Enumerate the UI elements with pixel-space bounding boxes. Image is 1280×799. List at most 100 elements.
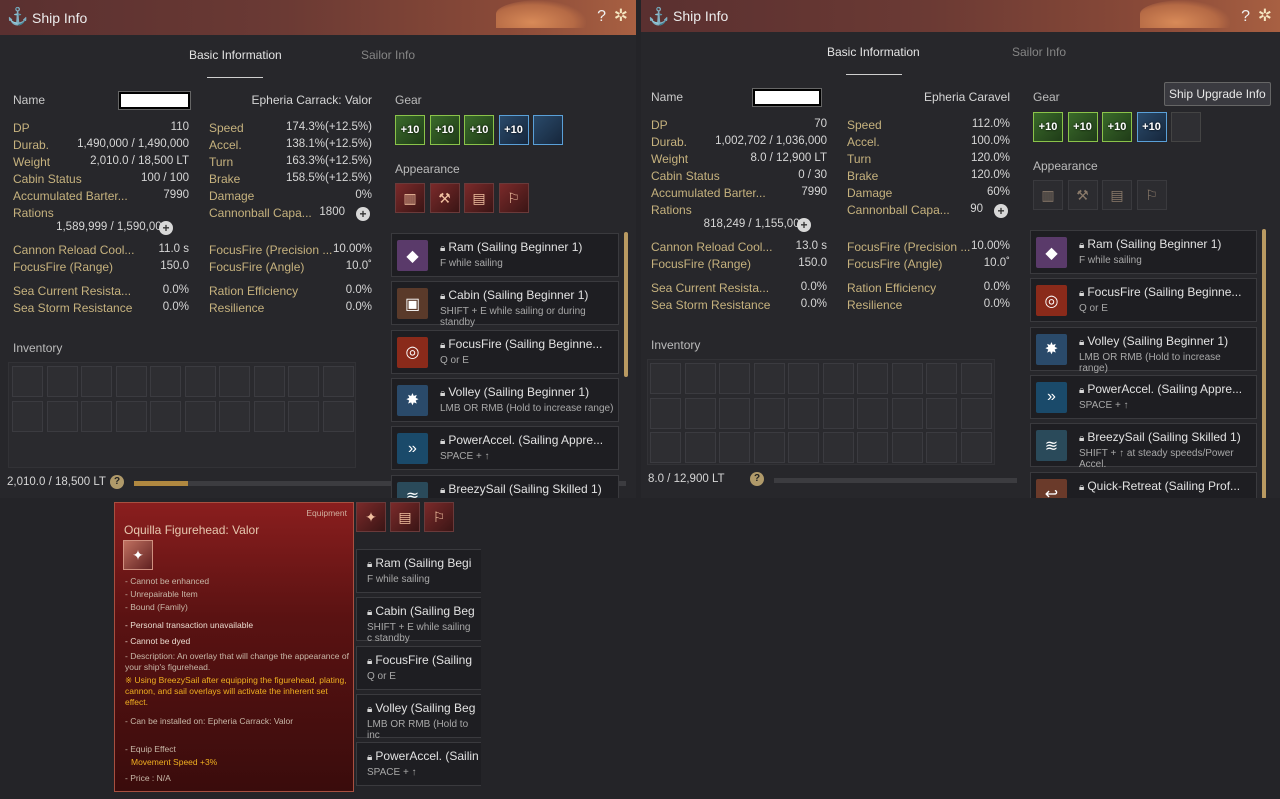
- inventory-slot[interactable]: [684, 432, 716, 463]
- inventory-slot[interactable]: [822, 363, 854, 394]
- inventory-slot[interactable]: [46, 366, 78, 397]
- skill-item[interactable]: ▣ 🔒︎ Cabin (Sailing Beginner 1) SHIFT + E w…: [391, 281, 619, 328]
- inventory-slot[interactable]: [926, 397, 957, 429]
- inventory-slot[interactable]: [857, 397, 888, 429]
- close-icon[interactable]: ✲: [1258, 6, 1272, 26]
- gear-slot[interactable]: +10: [1102, 112, 1132, 142]
- inventory-slot[interactable]: [81, 400, 112, 432]
- inventory-slot[interactable]: [822, 432, 854, 463]
- skill-item[interactable]: 🔒︎ FocusFire (Sailing Q or E: [356, 645, 481, 690]
- appearance-slot-icon[interactable]: ▤: [390, 502, 420, 532]
- weight-help-icon[interactable]: ?: [110, 475, 124, 489]
- title-bar[interactable]: ⚓ Ship Info ? ✲: [641, 0, 1280, 32]
- skill-item[interactable]: ◎ 🔒︎ FocusFire (Sailing Beginne... Q or E: [1030, 278, 1257, 323]
- skill-item[interactable]: ✸ 🔒︎ Volley (Sailing Beginner 1) LMB OR RMB…: [1030, 326, 1257, 374]
- inventory-slot[interactable]: [184, 366, 216, 397]
- appearance-slot-icon[interactable]: ▥: [1033, 180, 1063, 210]
- skill-item[interactable]: ≋🔒︎BreezySail (Sailing Skilled 1)SHIFT +…: [1030, 423, 1257, 470]
- appearance-slot-icon[interactable]: ⚐: [424, 502, 454, 532]
- tab-basic-information[interactable]: Basic Information: [189, 48, 282, 62]
- skills-scrollbar[interactable]: [1262, 229, 1266, 498]
- gear-slot[interactable]: [1171, 112, 1201, 142]
- skill-item[interactable]: ◎ 🔒︎ FocusFire (Sailing Beginne... Q or E: [391, 329, 619, 374]
- inventory-slot[interactable]: [322, 366, 354, 397]
- inventory-slot[interactable]: [788, 432, 819, 463]
- tab-basic-information[interactable]: Basic Information: [827, 45, 920, 59]
- appearance-slot-icon[interactable]: ⚐: [498, 183, 529, 213]
- inventory-slot[interactable]: [753, 397, 785, 429]
- gear-slot[interactable]: +10: [429, 115, 460, 145]
- title-bar[interactable]: ⚓ Ship Info ? ✲: [0, 0, 636, 35]
- inventory-slot[interactable]: [960, 432, 992, 463]
- inventory-slot[interactable]: [322, 400, 354, 432]
- inventory-slot[interactable]: [684, 363, 716, 394]
- appearance-slot-icon[interactable]: ✦: [356, 502, 386, 532]
- ship-upgrade-info-button[interactable]: Ship Upgrade Info: [1164, 82, 1271, 106]
- inventory-slot[interactable]: [926, 432, 957, 463]
- inventory-slot[interactable]: [822, 397, 854, 429]
- inventory-slot[interactable]: [184, 400, 216, 432]
- inventory-slot[interactable]: [253, 400, 285, 432]
- inventory-slot[interactable]: [857, 432, 888, 463]
- skills-scrollbar[interactable]: [624, 232, 628, 377]
- inventory-slot[interactable]: [219, 400, 250, 432]
- inventory-slot[interactable]: [753, 432, 785, 463]
- appearance-slot-icon[interactable]: ⚒: [429, 183, 460, 213]
- inventory-slot[interactable]: [788, 397, 819, 429]
- inventory-slot[interactable]: [219, 366, 250, 397]
- inventory-slot[interactable]: [115, 400, 147, 432]
- gear-slot[interactable]: +10: [395, 115, 425, 145]
- inventory-slot[interactable]: [788, 363, 819, 394]
- ship-name-field[interactable]: [752, 88, 822, 107]
- inventory-slot[interactable]: [288, 400, 319, 432]
- inventory-slot[interactable]: [857, 363, 888, 394]
- appearance-slot-icon[interactable]: ▤: [1102, 180, 1132, 210]
- inventory-slot[interactable]: [650, 432, 681, 463]
- inventory-slot[interactable]: [150, 366, 181, 397]
- close-icon[interactable]: ✲: [614, 6, 628, 26]
- rations-plus-button[interactable]: +: [797, 218, 811, 232]
- help-icon[interactable]: ?: [597, 8, 606, 26]
- skill-item[interactable]: ✸ 🔒︎ Volley (Sailing Beginner 1) LMB OR RMB…: [391, 377, 619, 422]
- inventory-slot[interactable]: [719, 432, 750, 463]
- inventory-slot[interactable]: [684, 397, 716, 429]
- inventory-slot[interactable]: [12, 366, 43, 397]
- gear-slot[interactable]: +10: [1136, 112, 1167, 142]
- cannonball-plus-button[interactable]: +: [994, 204, 1008, 218]
- inventory-slot[interactable]: [46, 400, 78, 432]
- tab-sailor-info[interactable]: Sailor Info: [361, 48, 415, 62]
- cannonball-plus-button[interactable]: +: [356, 207, 370, 221]
- skill-item[interactable]: ◆ 🔒︎ Ram (Sailing Beginner 1) F while saili…: [1030, 230, 1257, 274]
- inventory-slot[interactable]: [81, 366, 112, 397]
- inventory-slot[interactable]: [115, 366, 147, 397]
- tab-sailor-info[interactable]: Sailor Info: [1012, 45, 1066, 59]
- inventory-slot[interactable]: [12, 400, 43, 432]
- appearance-slot-icon[interactable]: ⚒: [1067, 180, 1098, 210]
- gear-slot[interactable]: +10: [1033, 112, 1063, 142]
- skill-item[interactable]: 🔒︎ PowerAccel. (Sailin SPACE + ↑: [356, 742, 481, 787]
- inventory-slot[interactable]: [891, 397, 923, 429]
- gear-slot[interactable]: [533, 115, 563, 145]
- inventory-slot[interactable]: [150, 400, 181, 432]
- weight-help-icon[interactable]: ?: [750, 472, 764, 486]
- help-icon[interactable]: ?: [1241, 8, 1250, 26]
- skill-item[interactable]: ↩ 🔒︎ Quick-Retreat (Sailing Prof...: [1030, 471, 1257, 498]
- inventory-slot[interactable]: [650, 397, 681, 429]
- inventory-slot[interactable]: [891, 432, 923, 463]
- skill-item[interactable]: ≋🔒︎BreezySail (Sailing Skilled 1)SHIFT +…: [391, 474, 619, 498]
- appearance-slot-icon[interactable]: ▤: [464, 183, 494, 213]
- skill-item[interactable]: 🔒︎ Ram (Sailing Begi F while sailing: [356, 549, 481, 593]
- inventory-slot[interactable]: [753, 363, 785, 394]
- skill-item[interactable]: » 🔒︎ PowerAccel. (Sailing Appre... SPACE + …: [1030, 374, 1257, 419]
- inventory-slot[interactable]: [650, 363, 681, 394]
- inventory-slot[interactable]: [891, 363, 923, 394]
- skill-item[interactable]: ◆ 🔒︎ Ram (Sailing Beginner 1) F while saili…: [391, 233, 619, 277]
- inventory-slot[interactable]: [960, 397, 992, 429]
- skill-item[interactable]: 🔒︎ Cabin (Sailing Beg SHIFT + E while sail…: [356, 597, 481, 644]
- inventory-slot[interactable]: [719, 363, 750, 394]
- inventory-slot[interactable]: [288, 366, 319, 397]
- appearance-slot-icon[interactable]: ▥: [395, 183, 425, 213]
- ship-name-field[interactable]: [118, 91, 191, 110]
- skill-item[interactable]: 🔒︎ Volley (Sailing Beg LMB OR RMB (Hold to…: [356, 693, 481, 741]
- inventory-slot[interactable]: [253, 366, 285, 397]
